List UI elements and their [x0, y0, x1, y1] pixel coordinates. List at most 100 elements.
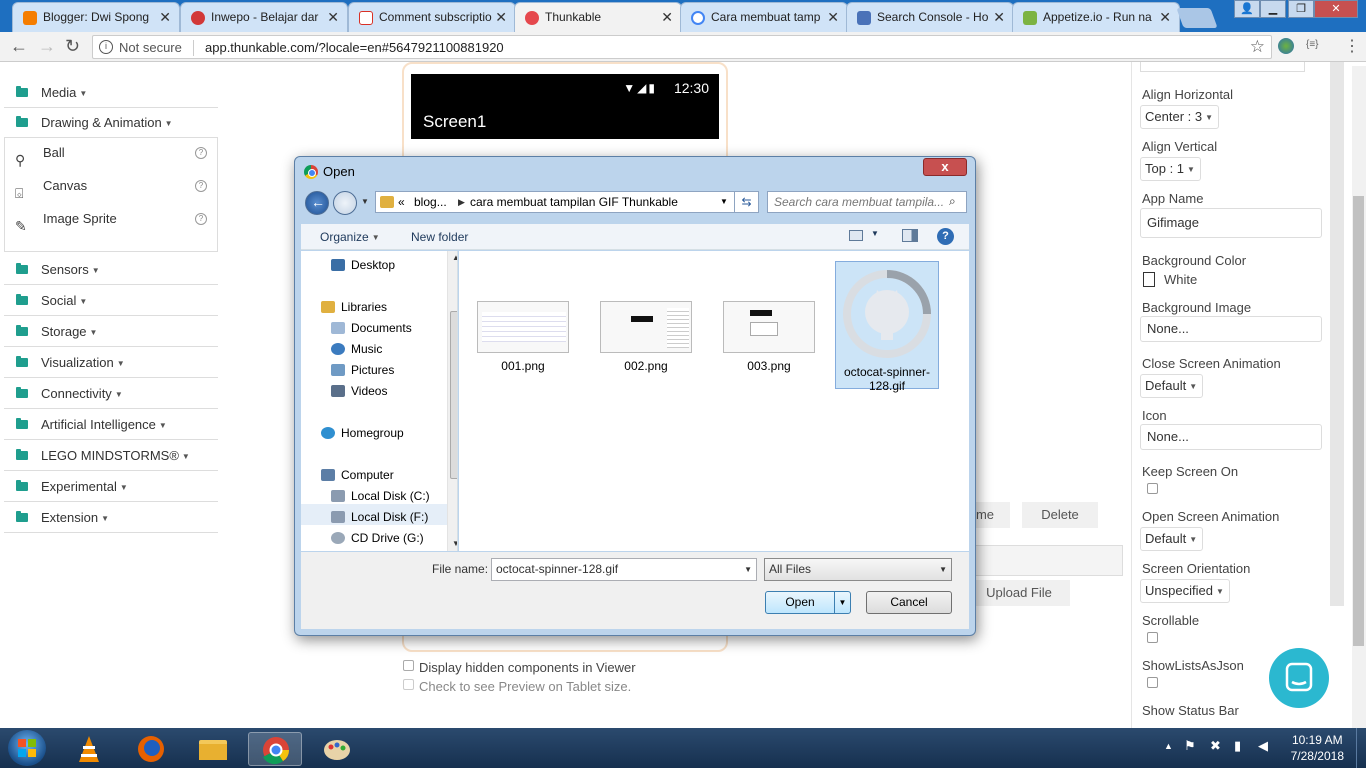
- search-icon[interactable]: ⌕: [949, 194, 956, 209]
- upload-file-button[interactable]: Upload File: [968, 580, 1070, 606]
- network-alert-icon[interactable]: ⚑: [1184, 738, 1196, 754]
- reload-icon[interactable]: ↻: [65, 36, 80, 57]
- paint-taskbar-button[interactable]: [310, 732, 364, 766]
- panel-scrollbar[interactable]: [1330, 62, 1344, 606]
- show-lists-as-json-checkbox[interactable]: [1147, 677, 1158, 688]
- browser-tab[interactable]: Cara membuat tamp ✕: [680, 2, 848, 32]
- palette-category-sensors[interactable]: Sensors ▼: [4, 255, 218, 285]
- chat-bubble-button[interactable]: [1269, 648, 1329, 708]
- help-icon[interactable]: ?: [195, 147, 207, 159]
- action-center-icon[interactable]: ✖: [1210, 738, 1221, 754]
- forward-arrow-icon[interactable]: →: [38, 36, 56, 57]
- scrollable-checkbox[interactable]: [1147, 632, 1158, 643]
- recent-dropdown-icon[interactable]: ▼: [361, 197, 369, 206]
- organize-button[interactable]: Organize ▼: [320, 230, 380, 244]
- open-button[interactable]: Open ▼: [765, 591, 851, 614]
- hidden-components-checkbox[interactable]: [403, 660, 414, 671]
- nav-libraries[interactable]: Libraries: [321, 300, 387, 314]
- help-icon[interactable]: ?: [195, 180, 207, 192]
- close-tab-icon[interactable]: ✕: [993, 3, 1005, 31]
- palette-category-drawing[interactable]: Drawing & Animation ▼: [4, 108, 218, 138]
- browser-tab[interactable]: Appetize.io - Run na ✕: [1012, 2, 1180, 32]
- explorer-taskbar-button[interactable]: [186, 732, 240, 766]
- open-screen-animation-select[interactable]: Default ▼: [1140, 527, 1204, 551]
- filename-dropdown-icon[interactable]: ▼: [744, 559, 752, 580]
- dialog-search-input[interactable]: Search cara membuat tampila...: [767, 191, 967, 213]
- show-desktop-button[interactable]: [1356, 728, 1366, 768]
- taskbar-clock[interactable]: 10:19 AM 7/28/2018: [1291, 732, 1344, 764]
- extension-json-icon[interactable]: {≡}: [1306, 39, 1319, 50]
- file-item[interactable]: 001.png: [473, 301, 573, 373]
- browser-tab[interactable]: Inwepo - Belajar dar ✕: [180, 2, 348, 32]
- close-tab-icon[interactable]: ✕: [327, 3, 339, 31]
- signal-icon[interactable]: ▮: [1234, 738, 1241, 754]
- close-tab-icon[interactable]: ✕: [827, 3, 839, 31]
- preview-pane-icon[interactable]: [902, 229, 918, 242]
- volume-icon[interactable]: ◀: [1258, 738, 1268, 754]
- close-window-button[interactable]: ✕: [1314, 0, 1358, 18]
- filename-input[interactable]: octocat-spinner-128.gif ▼: [491, 558, 757, 581]
- help-icon[interactable]: ?: [195, 213, 207, 225]
- open-dropdown-icon[interactable]: ▼: [834, 592, 850, 613]
- nav-documents[interactable]: Documents: [331, 321, 412, 335]
- filetype-dropdown-icon[interactable]: ▼: [939, 559, 947, 580]
- nav-desktop[interactable]: Desktop: [331, 258, 395, 272]
- app-name-input[interactable]: Gifimage: [1140, 208, 1322, 238]
- filetype-select[interactable]: All Files ▼: [764, 558, 952, 581]
- nav-music[interactable]: Music: [331, 342, 382, 356]
- close-tab-icon[interactable]: ✕: [661, 3, 673, 31]
- restore-button[interactable]: ❐: [1288, 0, 1314, 18]
- textarea-bottom[interactable]: [1140, 62, 1305, 72]
- omnibox[interactable]: i Not secure app.thunkable.com/?locale=e…: [92, 35, 1272, 59]
- browser-tab-active[interactable]: Thunkable ✕: [514, 2, 682, 32]
- url-text[interactable]: app.thunkable.com/?locale=en#56479211008…: [205, 40, 504, 55]
- background-color-value[interactable]: White: [1164, 272, 1197, 287]
- nav-scroll-thumb[interactable]: [450, 311, 457, 479]
- refresh-icon[interactable]: ⇆: [734, 192, 758, 212]
- palette-category-media[interactable]: Media ▼: [4, 78, 218, 108]
- nav-computer[interactable]: Computer: [321, 468, 394, 482]
- align-horizontal-select[interactable]: Center : 3 ▼: [1140, 105, 1220, 129]
- align-vertical-select[interactable]: Top : 1 ▼: [1140, 157, 1201, 181]
- scrollbar-thumb[interactable]: [1353, 196, 1364, 646]
- forward-button[interactable]: [333, 191, 357, 215]
- dialog-path-bar[interactable]: « blog... ▶ cara membuat tampilan GIF Th…: [375, 191, 759, 213]
- minimize-button[interactable]: ▁: [1260, 0, 1286, 18]
- bookmark-star-icon[interactable]: ☆: [1250, 37, 1265, 57]
- palette-category-social[interactable]: Social ▼: [4, 286, 218, 316]
- path-segment[interactable]: blog...: [414, 192, 447, 212]
- close-tab-icon[interactable]: ✕: [495, 3, 507, 31]
- phone-screen-header[interactable]: ▼◢▮ 12:30 Screen1: [411, 74, 719, 139]
- component-canvas[interactable]: ⌺ Canvas?: [5, 171, 217, 201]
- palette-category-storage[interactable]: Storage ▼: [4, 317, 218, 347]
- new-tab-button[interactable]: [1176, 8, 1218, 28]
- browser-tab[interactable]: Comment subscriptio ✕: [348, 2, 516, 32]
- icon-picker[interactable]: None...: [1140, 424, 1322, 450]
- back-button[interactable]: ←: [305, 191, 329, 215]
- view-dropdown-icon[interactable]: ▼: [871, 229, 879, 238]
- firefox-taskbar-button[interactable]: [124, 732, 178, 766]
- component-ball[interactable]: ⚲ Ball?: [5, 138, 217, 168]
- view-options-icon[interactable]: [849, 230, 863, 241]
- palette-category-extension[interactable]: Extension ▼: [4, 503, 218, 533]
- file-item-selected[interactable]: octocat-spinner-128.gif: [835, 261, 939, 393]
- dialog-close-button[interactable]: x: [923, 158, 967, 176]
- close-screen-animation-select[interactable]: Default ▼: [1140, 374, 1204, 398]
- nav-cd-drive[interactable]: CD Drive (G:): [331, 531, 424, 545]
- extension-globe-icon[interactable]: [1278, 38, 1294, 54]
- start-button[interactable]: [8, 730, 46, 766]
- color-swatch[interactable]: [1143, 272, 1155, 287]
- scroll-up-icon[interactable]: ▲: [452, 253, 457, 262]
- tablet-preview-checkbox[interactable]: [403, 679, 414, 690]
- new-folder-button[interactable]: New folder: [411, 230, 468, 244]
- nav-local-disk-f[interactable]: Local Disk (F:): [301, 504, 447, 525]
- chrome-taskbar-button[interactable]: [248, 732, 302, 766]
- nav-scrollbar[interactable]: ▲ ▼: [447, 251, 457, 551]
- browser-tab[interactable]: Search Console - Ho ✕: [846, 2, 1014, 32]
- security-indicator[interactable]: Not secure: [119, 40, 182, 55]
- file-item[interactable]: 003.png: [719, 301, 819, 373]
- vlc-taskbar-button[interactable]: [62, 732, 116, 766]
- browser-tab[interactable]: Blogger: Dwi Spong ✕: [12, 2, 180, 32]
- delete-button[interactable]: Delete: [1022, 502, 1098, 528]
- nav-local-disk-c[interactable]: Local Disk (C:): [331, 489, 430, 503]
